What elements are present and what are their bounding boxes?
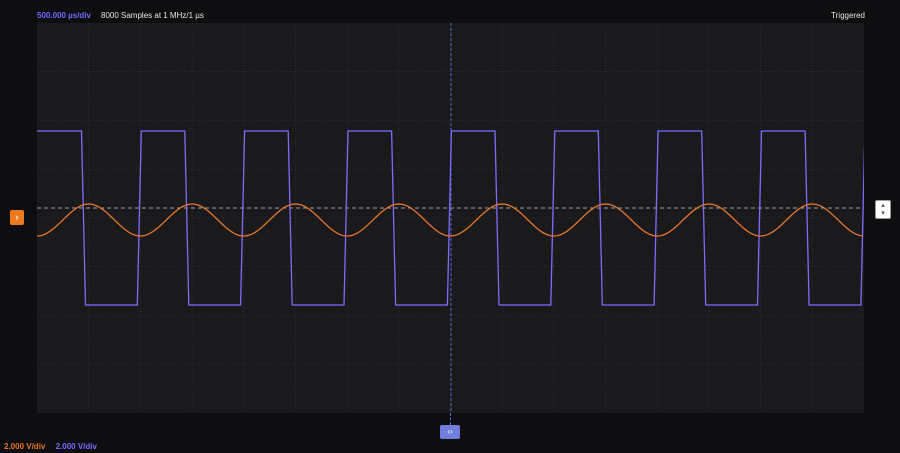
updown-arrows-icon: ▴ ▾	[881, 202, 885, 217]
top-bar: 500.000 µs/div 8000 Samples at 1 MHz/1 µ…	[0, 0, 900, 22]
scope-display[interactable]	[37, 23, 864, 413]
samples-label: 8000 Samples at 1 MHz/1 µs	[101, 11, 204, 20]
trigger-level-marker[interactable]: ▴ ▾	[875, 200, 891, 219]
cursor-extension	[450, 413, 451, 425]
ch1-scale-label[interactable]: 2.000 V/div	[4, 442, 45, 451]
left-right-arrows-icon: ‹›	[447, 427, 453, 436]
timebase-label[interactable]: 500.000 µs/div	[37, 11, 91, 20]
ch2-scale-label[interactable]: 2.000 V/div	[56, 442, 97, 451]
waveform-plot	[37, 23, 864, 413]
trigger-status: Triggered	[831, 11, 865, 20]
chevron-right-icon: ›	[15, 212, 19, 222]
horizontal-position-marker[interactable]: ‹›	[440, 425, 460, 439]
ch1-ground-marker[interactable]: ›	[10, 210, 24, 225]
channel-scales: 2.000 V/div 2.000 V/div	[4, 442, 97, 451]
